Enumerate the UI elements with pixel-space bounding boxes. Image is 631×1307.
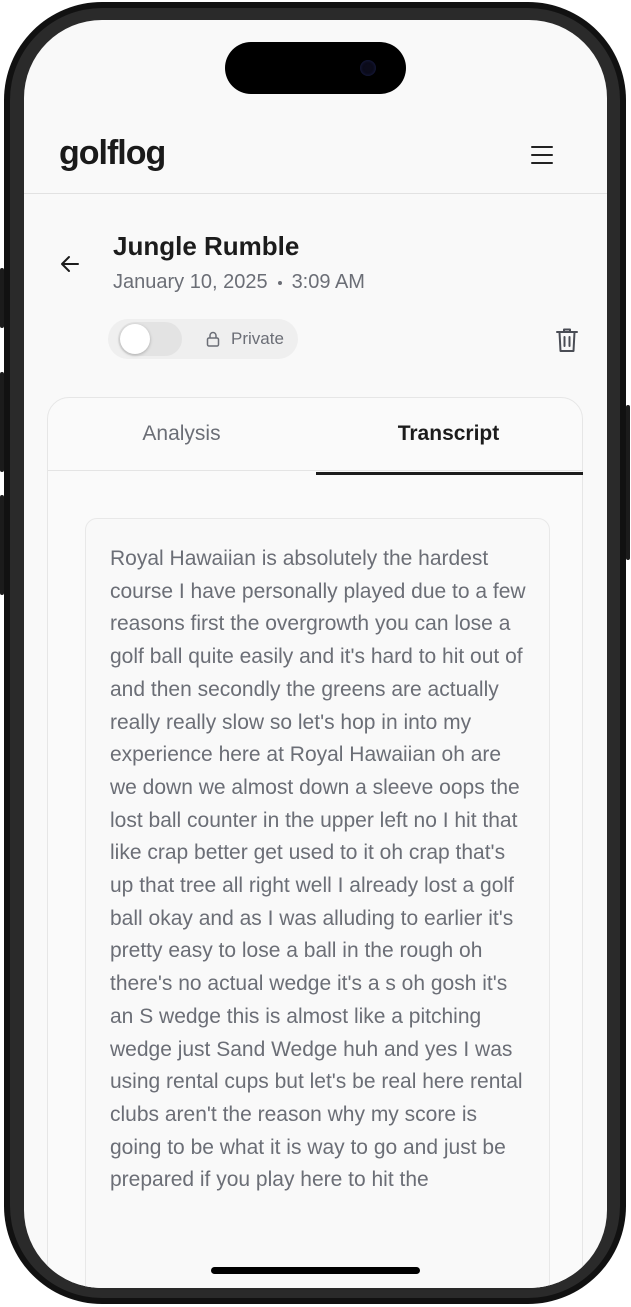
home-indicator[interactable] bbox=[211, 1267, 420, 1274]
tab-bar: Analysis Transcript bbox=[48, 398, 582, 471]
transcript-text: Royal Hawaiian is absolutely the hardest… bbox=[110, 547, 526, 1192]
privacy-control: Private bbox=[108, 319, 298, 359]
app-screen: golflog Jungle Rumble January 10, 2025 3… bbox=[24, 20, 607, 1288]
hamburger-menu-icon[interactable] bbox=[524, 140, 560, 170]
active-tab-indicator bbox=[316, 472, 583, 475]
round-time: 3:09 AM bbox=[291, 271, 365, 293]
transcript-panel[interactable]: Royal Hawaiian is absolutely the hardest… bbox=[85, 518, 550, 1288]
public-toggle[interactable] bbox=[118, 322, 182, 356]
back-arrow-icon[interactable] bbox=[56, 250, 84, 278]
visibility-label: Private bbox=[231, 329, 284, 348]
round-title: Jungle Rumble bbox=[113, 231, 300, 261]
round-datetime: January 10, 2025 3:09 AM bbox=[113, 271, 365, 294]
power-button bbox=[626, 405, 630, 560]
app-logo[interactable]: golflog bbox=[59, 134, 166, 173]
camera-icon bbox=[360, 60, 376, 76]
dynamic-island bbox=[225, 42, 406, 94]
lock-icon bbox=[206, 331, 220, 347]
app-header: golflog bbox=[24, 120, 607, 194]
separator-dot bbox=[277, 280, 282, 285]
toggle-knob bbox=[120, 324, 150, 354]
volume-up-button bbox=[0, 372, 4, 472]
round-detail-card: Analysis Transcript Royal Hawaiian is ab… bbox=[47, 397, 583, 1288]
tab-transcript[interactable]: Transcript bbox=[315, 398, 582, 470]
volume-down-button bbox=[0, 495, 4, 595]
action-button bbox=[0, 268, 4, 328]
tab-analysis[interactable]: Analysis bbox=[48, 398, 315, 470]
trash-icon[interactable] bbox=[554, 326, 580, 354]
round-date: January 10, 2025 bbox=[113, 271, 268, 293]
